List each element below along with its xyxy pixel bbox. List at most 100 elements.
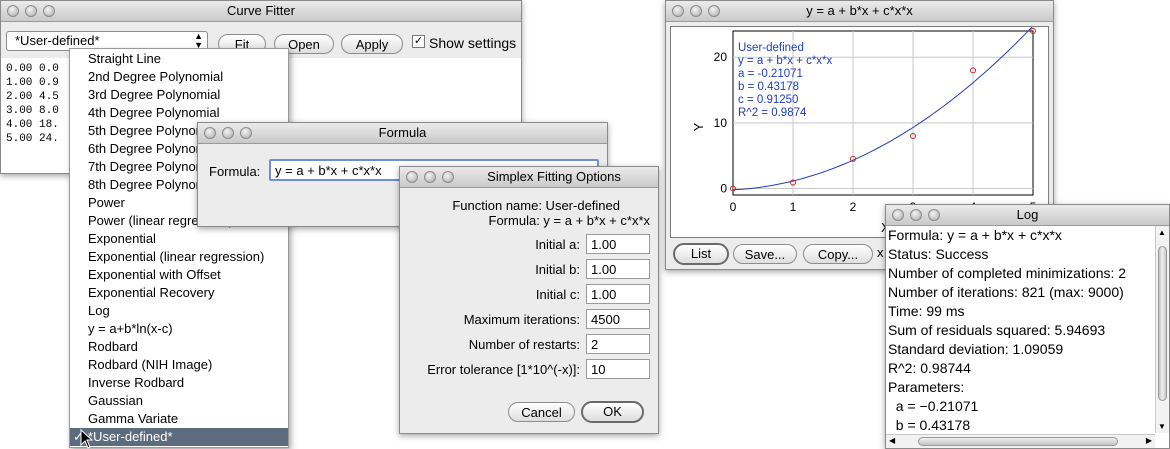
- formula-input-value: y = a + b*x + c*x*x: [275, 163, 382, 178]
- log-line: b = 0.43178: [888, 417, 971, 433]
- error-tolerance-field[interactable]: 10: [586, 359, 650, 379]
- menu-item[interactable]: Rodbard (NIH Image): [70, 356, 288, 374]
- restarts-label: Number of restarts:: [468, 337, 580, 352]
- curve-fitter-titlebar[interactable]: Curve Fitter: [1, 1, 521, 22]
- x-tick-label: 1: [790, 200, 797, 214]
- y-axis-label: Y: [691, 122, 706, 131]
- menu-item[interactable]: 2nd Degree Polynomial: [70, 68, 288, 86]
- initial-b-label: Initial b:: [535, 262, 580, 277]
- scroll-right-icon[interactable]: ▶: [1146, 436, 1152, 445]
- vertical-scrollbar[interactable]: ▲ ▼: [1155, 226, 1169, 433]
- function-name-line: Function name: User-defined: [452, 198, 620, 213]
- function-select-value: *User-defined*: [15, 33, 100, 48]
- log-line: Parameters:: [888, 379, 965, 395]
- copy-button[interactable]: Copy...: [803, 244, 873, 264]
- log-line: Number of iterations: 821 (max: 9000): [888, 284, 1124, 300]
- minimize-icon[interactable]: [222, 127, 234, 139]
- log-line: Time: 99 ms: [888, 303, 965, 319]
- horizontal-scrollbar[interactable]: ◀ ▶: [886, 434, 1155, 448]
- fit-annotation-line: a = -0.21071: [738, 68, 803, 80]
- data-row: 4.00 18.: [6, 119, 59, 131]
- menu-item[interactable]: Inverse Rodbard: [70, 374, 288, 392]
- log-line: a = −0.21071: [888, 398, 979, 414]
- show-settings-checkbox[interactable]: ✓: [412, 35, 425, 48]
- zoom-icon[interactable]: [442, 171, 454, 183]
- zoom-icon[interactable]: [43, 5, 55, 17]
- minimize-icon[interactable]: [910, 209, 922, 221]
- cut-off-label: x: [877, 245, 884, 260]
- initial-a-field[interactable]: 1.00: [586, 234, 650, 254]
- formula-titlebar[interactable]: Formula: [198, 123, 607, 144]
- menu-item[interactable]: Exponential with Offset: [70, 266, 288, 284]
- data-row: 5.00 24.: [6, 133, 59, 145]
- menu-item[interactable]: Exponential (linear regression): [70, 248, 288, 266]
- y-tick-label: 20: [714, 50, 728, 64]
- cancel-button[interactable]: Cancel: [508, 402, 575, 422]
- data-row: 0.00 0.0: [6, 63, 59, 75]
- zoom-icon[interactable]: [928, 209, 940, 221]
- close-icon[interactable]: [406, 171, 418, 183]
- initial-a-label: Initial a:: [535, 237, 580, 252]
- apply-button[interactable]: Apply: [341, 34, 403, 54]
- log-line: Number of completed minimizations: 2: [888, 265, 1127, 281]
- log-window: Log Formula: y = a + b*x + c*x*x Status:…: [885, 204, 1170, 449]
- menu-item[interactable]: Straight Line: [70, 50, 288, 68]
- minimize-icon[interactable]: [690, 5, 702, 17]
- scroll-up-icon[interactable]: ▲: [1158, 228, 1166, 237]
- menu-item-selected[interactable]: ✓ *User-defined*: [70, 428, 288, 446]
- menu-item[interactable]: Exponential Recovery: [70, 284, 288, 302]
- log-text[interactable]: Formula: y = a + b*x + c*x*x Status: Suc…: [886, 226, 1154, 433]
- save-button[interactable]: Save...: [733, 244, 797, 264]
- close-icon[interactable]: [672, 5, 684, 17]
- show-settings-label: Show settings: [429, 35, 517, 51]
- max-iterations-field[interactable]: 4500: [586, 309, 650, 329]
- menu-item[interactable]: 4th Degree Polynomial: [70, 104, 288, 122]
- minimize-icon[interactable]: [25, 5, 37, 17]
- ok-button[interactable]: OK: [581, 401, 644, 423]
- data-table[interactable]: 0.00 0.0 1.00 0.9 2.00 4.5 3.00 8.0 4.00…: [6, 63, 59, 147]
- scroll-left-icon[interactable]: ◀: [889, 436, 895, 445]
- scroll-thumb[interactable]: [1158, 246, 1167, 401]
- close-icon[interactable]: [892, 209, 904, 221]
- fit-annotation-line: R^2 = 0.9874: [738, 107, 807, 119]
- initial-b-field[interactable]: 1.00: [586, 259, 650, 279]
- list-button[interactable]: List: [673, 243, 729, 265]
- menu-item[interactable]: Log: [70, 302, 288, 320]
- log-line: Standard deviation: 1.09059: [888, 341, 1064, 357]
- simplex-titlebar[interactable]: Simplex Fitting Options: [400, 167, 658, 188]
- log-titlebar[interactable]: Log: [886, 205, 1169, 226]
- initial-c-field[interactable]: 1.00: [586, 284, 650, 304]
- log-title: Log: [1016, 207, 1039, 222]
- plot-titlebar[interactable]: y = a + b*x + c*x*x: [666, 1, 1053, 22]
- initial-c-label: Initial c:: [535, 287, 580, 302]
- y-tick-label: 10: [714, 116, 728, 130]
- x-tick-label: 0: [730, 200, 737, 214]
- close-icon[interactable]: [204, 127, 216, 139]
- fit-annotation-line: b = 0.43178: [738, 81, 799, 93]
- menu-item[interactable]: Rodbard: [70, 338, 288, 356]
- selected-item-label: *User-defined*: [88, 429, 173, 444]
- function-menu: Straight Line 2nd Degree Polynomial 3rd …: [69, 48, 289, 448]
- zoom-icon[interactable]: [708, 5, 720, 17]
- minimize-icon[interactable]: [424, 171, 436, 183]
- plot-title: y = a + b*x + c*x*x: [806, 3, 913, 18]
- fit-annotation-line: y = a + b*x + c*x*x: [738, 55, 833, 67]
- y-tick-label: 0: [720, 181, 727, 195]
- menu-item[interactable]: 3rd Degree Polynomial: [70, 86, 288, 104]
- formula-label: Formula:: [209, 164, 261, 179]
- menu-item[interactable]: y = a+b*ln(x-c): [70, 320, 288, 338]
- menu-item[interactable]: Exponential: [70, 230, 288, 248]
- scroll-down-icon[interactable]: ▼: [1158, 422, 1166, 431]
- zoom-icon[interactable]: [240, 127, 252, 139]
- menu-item[interactable]: Gamma Variate: [70, 410, 288, 428]
- scroll-thumb[interactable]: [918, 437, 1118, 446]
- menu-item[interactable]: Gaussian: [70, 392, 288, 410]
- error-tolerance-label: Error tolerance [1*10^(-x)]:: [427, 362, 580, 377]
- dialog-title: Formula: [378, 125, 427, 140]
- restarts-field[interactable]: 2: [586, 334, 650, 354]
- close-icon[interactable]: [7, 5, 19, 17]
- dialog-title: Simplex Fitting Options: [487, 169, 621, 184]
- log-line: Status: Success: [888, 246, 989, 262]
- simplex-options-dialog: Simplex Fitting Options Function name: U…: [399, 166, 659, 434]
- log-line: R^2: 0.98744: [888, 360, 971, 376]
